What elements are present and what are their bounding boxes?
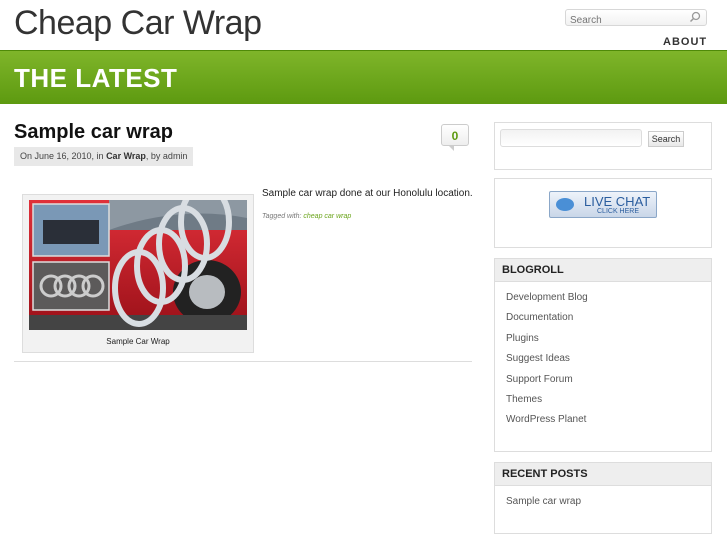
live-chat-widget: LIVE CHAT CLICK HERE: [494, 178, 712, 248]
recent-post-item[interactable]: Sample car wrap: [506, 496, 581, 507]
blogroll-item[interactable]: Documentation: [506, 312, 573, 323]
live-chat-sublabel: CLICK HERE: [597, 208, 640, 215]
post-category-link[interactable]: Car Wrap: [106, 151, 146, 161]
post-title[interactable]: Sample car wrap: [14, 121, 173, 144]
blogroll-item[interactable]: Plugins: [506, 333, 539, 344]
header-search-input[interactable]: [566, 13, 688, 28]
live-chat-label: LIVE CHAT: [584, 194, 651, 209]
post-tags: Tagged with: cheap car wrap: [262, 213, 351, 220]
site-title[interactable]: Cheap Car Wrap: [14, 4, 262, 43]
banner-title: THE LATEST: [14, 63, 178, 93]
blogroll-item[interactable]: Themes: [506, 394, 542, 405]
blogroll-item[interactable]: Suggest Ideas: [506, 353, 570, 364]
sidebar-search-widget: Search: [494, 122, 712, 170]
blogroll-heading: BLOGROLL: [495, 259, 711, 282]
post-excerpt: Sample car wrap done at our Honolulu loc…: [262, 188, 473, 199]
post-meta-date: On June 16, 2010, in: [20, 151, 107, 161]
post-meta-author: , by admin: [145, 151, 188, 161]
post-image-figure: Sample Car Wrap: [22, 194, 254, 353]
post-image[interactable]: [29, 200, 247, 330]
comment-count-badge[interactable]: 0: [441, 124, 469, 146]
tag-link[interactable]: cheap car wrap: [303, 213, 351, 220]
post-divider: [14, 361, 472, 362]
post-meta: On June 16, 2010, in Car Wrap, by admin: [14, 147, 194, 166]
sidebar-search-button[interactable]: Search: [648, 131, 684, 147]
recent-posts-heading: RECENT POSTS: [495, 463, 711, 486]
blogroll-item[interactable]: Development Blog: [506, 292, 588, 303]
search-icon[interactable]: [689, 11, 701, 23]
blogroll-item[interactable]: WordPress Planet: [506, 414, 586, 425]
chat-bubble-icon: [556, 198, 574, 211]
header-search[interactable]: [565, 9, 707, 28]
blogroll-item[interactable]: Support Forum: [506, 374, 573, 385]
post-image-caption: Sample Car Wrap: [106, 337, 170, 346]
sidebar-search-input[interactable]: [500, 129, 642, 147]
comment-bubble-tail: [448, 145, 454, 151]
car-wrap-photo: [29, 200, 247, 330]
nav-about-link[interactable]: ABOUT: [663, 36, 707, 48]
live-chat-button[interactable]: LIVE CHAT CLICK HERE: [549, 191, 657, 218]
blogroll-widget: BLOGROLL Development Blog Documentation …: [494, 258, 712, 452]
tags-label: Tagged with:: [262, 213, 304, 220]
recent-posts-widget: RECENT POSTS Sample car wrap: [494, 462, 712, 534]
latest-banner: THE LATEST: [0, 50, 727, 104]
